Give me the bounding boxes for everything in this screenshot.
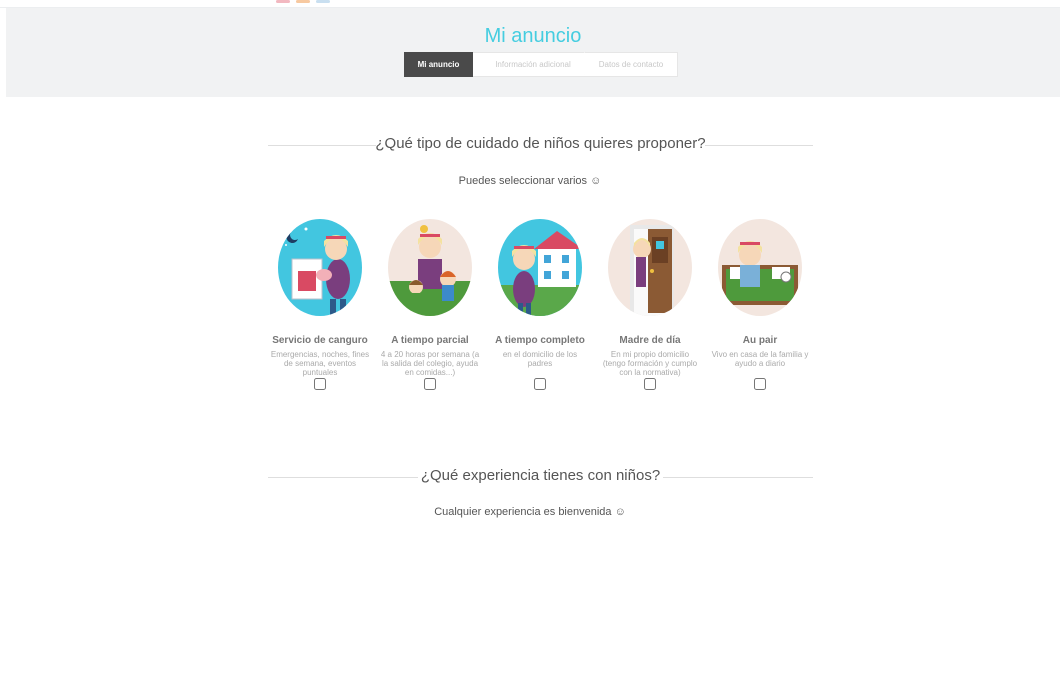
day-mother-illustration <box>608 219 692 316</box>
option-description: 4 a 20 horas por semana (a la salida del… <box>380 350 480 377</box>
care-option-canguro: Servicio de canguro Emergencias, noches,… <box>270 219 370 390</box>
page-header: Mi anuncio Mi anuncio Información adicio… <box>6 8 1060 97</box>
part-time-illustration <box>388 219 472 316</box>
step-informacion-adicional[interactable]: Información adicional <box>473 52 585 77</box>
completo-checkbox[interactable] <box>534 378 546 390</box>
logo[interactable] <box>276 0 330 4</box>
step-label: Información adicional <box>495 60 571 69</box>
section-care-subtitle: Puedes seleccionar varios ☺ <box>458 175 602 187</box>
divider <box>705 145 813 146</box>
section-care-heading: ¿Qué tipo de cuidado de niños quieres pr… <box>268 135 813 155</box>
section-experience-heading: ¿Qué experiencia tienes con niños? <box>268 467 813 487</box>
option-description: Vivo en casa de la familia y ayudo a dia… <box>711 350 809 368</box>
step-mi-anuncio[interactable]: Mi anuncio <box>404 52 485 77</box>
option-description: Emergencias, noches, fines de semana, ev… <box>270 350 370 377</box>
babysitter-illustration <box>278 219 362 316</box>
progress-steps: Mi anuncio Información adicional Datos d… <box>404 52 678 77</box>
option-title: Servicio de canguro <box>272 335 368 346</box>
full-time-illustration <box>498 219 582 316</box>
au-pair-illustration <box>718 219 802 316</box>
option-description: en el domicilio de los padres <box>502 350 578 368</box>
section-care-title: ¿Qué tipo de cuidado de niños quieres pr… <box>375 135 706 152</box>
care-option-madre-de-dia: Madre de día En mi propio domicilio (ten… <box>600 219 700 390</box>
care-option-au-pair: Au pair Vivo en casa de la familia y ayu… <box>710 219 810 390</box>
step-datos-contacto[interactable]: Datos de contacto <box>585 52 678 77</box>
option-title: Au pair <box>742 335 778 346</box>
parcial-checkbox[interactable] <box>424 378 436 390</box>
top-bar <box>0 0 1060 8</box>
option-title: Madre de día <box>619 335 681 346</box>
divider <box>663 477 813 478</box>
section-experience-title: ¿Qué experiencia tienes con niños? <box>420 467 661 484</box>
canguro-checkbox[interactable] <box>314 378 326 390</box>
au-pair-checkbox[interactable] <box>754 378 766 390</box>
page-title: Mi anuncio <box>484 25 582 47</box>
option-title: A tiempo completo <box>495 335 585 346</box>
madre-de-dia-checkbox[interactable] <box>644 378 656 390</box>
option-title: A tiempo parcial <box>391 335 469 346</box>
option-description: En mi propio domicilio (tengo formación … <box>602 350 698 377</box>
care-option-parcial: A tiempo parcial 4 a 20 horas por semana… <box>380 219 480 390</box>
section-experience-subtitle: Cualquier experiencia es bienvenida ☺ <box>434 506 626 518</box>
care-option-completo: A tiempo completo en el domicilio de los… <box>490 219 590 390</box>
